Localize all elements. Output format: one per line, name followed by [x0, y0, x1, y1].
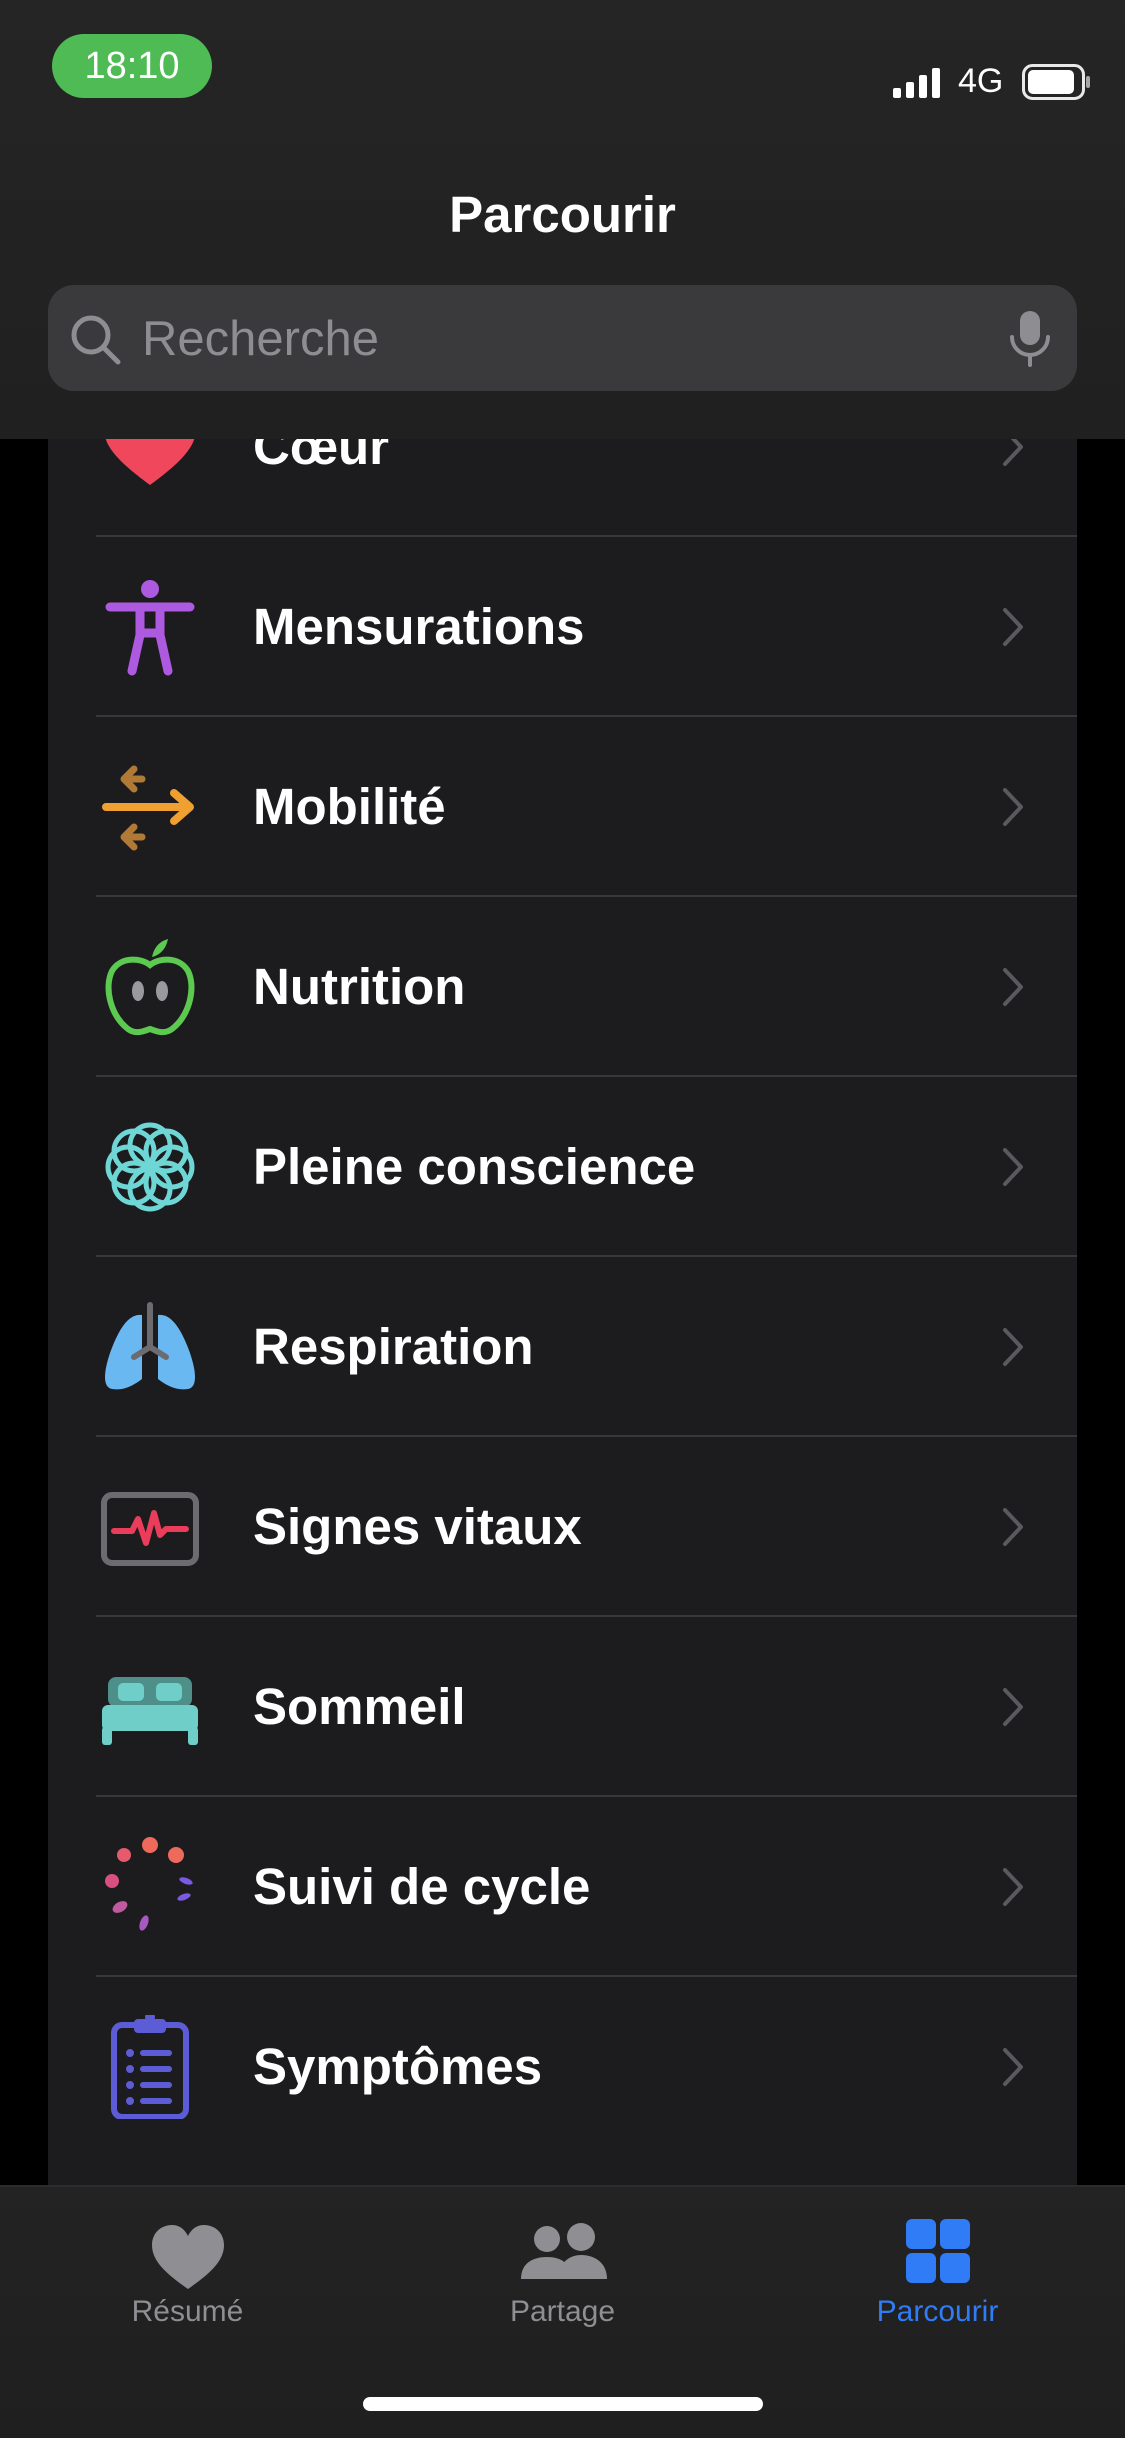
chevron-right-icon	[1003, 788, 1023, 826]
clipboard-icon	[111, 2015, 189, 2119]
tab-browse[interactable]: Parcourir	[750, 2187, 1125, 2367]
category-label: Cœur	[253, 439, 389, 475]
category-label: Signes vitaux	[253, 1498, 582, 1555]
search-input[interactable]	[140, 285, 1024, 393]
tab-sharing[interactable]: Partage	[375, 2187, 750, 2367]
flower-icon	[105, 1122, 195, 1212]
chevron-right-icon	[1003, 1688, 1023, 1726]
category-row-symptoms[interactable]: Symptômes	[48, 1977, 1077, 2157]
chevron-right-icon	[1003, 439, 1023, 466]
category-row-heart[interactable]: Cœur	[48, 439, 1077, 537]
page-title: Parcourir	[449, 186, 676, 243]
category-list: Cœur Mensurations Mobilité Nutrition Ple…	[48, 439, 1077, 2185]
search-bar[interactable]	[48, 285, 1077, 393]
bed-icon	[102, 1677, 198, 1745]
chevron-right-icon	[1003, 1868, 1023, 1906]
figure-icon	[105, 580, 195, 676]
battery-icon	[1022, 64, 1090, 100]
network-type: 4G	[958, 62, 1004, 100]
category-row-mobility[interactable]: Mobilité	[48, 717, 1077, 897]
status-time-pill[interactable]: 18:10	[52, 34, 212, 98]
category-row-cycle-tracking[interactable]: Suivi de cycle	[48, 1797, 1077, 1977]
category-label: Sommeil	[253, 1678, 466, 1735]
category-row-nutrition[interactable]: Nutrition	[48, 897, 1077, 1077]
arrows-icon	[102, 765, 194, 851]
chevron-right-icon	[1003, 1148, 1023, 1186]
grid-icon	[905, 2219, 970, 2283]
chevron-right-icon	[1003, 1508, 1023, 1546]
chevron-right-icon	[1003, 1328, 1023, 1366]
category-label: Mensurations	[253, 598, 585, 655]
microphone-icon[interactable]	[1006, 309, 1054, 369]
tab-label: Partage	[509, 2295, 616, 2328]
category-row-respiratory[interactable]: Respiration	[48, 1257, 1077, 1437]
cellular-signal-icon	[893, 68, 940, 98]
category-row-vitals[interactable]: Signes vitaux	[48, 1437, 1077, 1617]
chevron-right-icon	[1003, 2048, 1023, 2086]
heart-icon	[105, 439, 195, 485]
status-time: 18:10	[84, 44, 180, 87]
home-indicator[interactable]	[363, 2397, 763, 2411]
category-label: Symptômes	[253, 2038, 543, 2095]
apple-icon	[105, 939, 195, 1036]
cycle-icon	[105, 1837, 193, 1931]
chevron-right-icon	[1003, 608, 1023, 646]
tab-label: Parcourir	[876, 2295, 999, 2328]
lungs-icon	[105, 1302, 195, 1390]
category-row-mindfulness[interactable]: Pleine conscience	[48, 1077, 1077, 1257]
category-label: Mobilité	[253, 778, 446, 835]
category-label: Respiration	[253, 1318, 534, 1375]
vitals-icon	[101, 1492, 199, 1566]
chevron-right-icon	[1003, 968, 1023, 1006]
tab-summary[interactable]: Résumé	[0, 2187, 375, 2367]
category-label: Nutrition	[253, 958, 466, 1015]
heart-icon	[151, 2225, 224, 2289]
top-bar: 18:10 4G Parcourir	[0, 0, 1125, 439]
category-row-body-measurements[interactable]: Mensurations	[48, 537, 1077, 717]
category-label: Suivi de cycle	[253, 1858, 591, 1915]
tab-label: Résumé	[131, 2295, 244, 2328]
people-icon	[520, 2223, 607, 2279]
search-icon	[71, 315, 121, 365]
category-label: Pleine conscience	[253, 1138, 696, 1195]
category-row-sleep[interactable]: Sommeil	[48, 1617, 1077, 1797]
